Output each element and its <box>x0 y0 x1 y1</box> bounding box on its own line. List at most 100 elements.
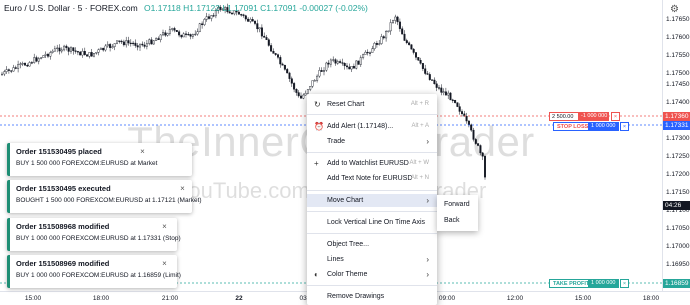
candle <box>426 71 429 75</box>
stop-price-label: 1.17331 <box>663 121 690 130</box>
symbol-title[interactable]: Euro / U.S. Dollar · 5 · FOREX.com <box>4 3 138 13</box>
candle <box>205 12 208 22</box>
time-tick: 15:00 <box>574 295 592 302</box>
candle <box>60 47 63 54</box>
menu-item-remove-drawings[interactable]: Remove Drawings <box>307 290 437 303</box>
menu-item-add-note[interactable]: Add Text Note for EURUSD Alt + N <box>307 172 437 185</box>
notification-body: BUY 1 000 000 FOREXCOM:EURUSD at 1.17331… <box>16 235 181 242</box>
menu-divider <box>307 152 437 153</box>
candle <box>470 123 473 132</box>
menu-item-lock-vertical-line[interactable]: Lock Vertical Line On Time Axis <box>307 216 437 229</box>
candle <box>258 27 261 33</box>
candle <box>63 44 66 52</box>
stop-loss-close-icon[interactable]: × <box>620 122 629 131</box>
candle <box>375 40 378 48</box>
candle <box>187 32 190 36</box>
candle <box>79 50 82 56</box>
candle <box>253 19 256 26</box>
candle <box>33 53 36 64</box>
menu-item-object-tree[interactable]: Object Tree... <box>307 238 437 251</box>
candle <box>86 54 89 57</box>
candle <box>88 52 91 59</box>
candle <box>313 79 316 82</box>
candle <box>334 58 337 66</box>
settings-gear-icon[interactable]: ⚙ <box>670 4 679 15</box>
candle <box>44 51 47 59</box>
close-icon[interactable]: × <box>178 184 187 193</box>
sell-order-close-icon[interactable]: × <box>611 112 620 121</box>
candle <box>389 19 392 35</box>
candle <box>247 17 250 22</box>
candle <box>240 13 243 17</box>
menu-item-lines[interactable]: Lines › <box>307 253 437 266</box>
candle <box>132 41 135 46</box>
take-profit-label[interactable]: TAKE PROFIT <box>549 279 589 288</box>
candle <box>242 13 245 18</box>
candle <box>467 120 470 128</box>
time-tick: 18:00 <box>92 295 110 302</box>
menu-item-reset-chart[interactable]: ↻ Reset Chart Alt + R <box>307 98 437 111</box>
chevron-right-icon: › <box>426 196 429 205</box>
candle <box>19 62 22 69</box>
candle <box>431 79 434 81</box>
price-tick: 1.17500 <box>666 70 690 77</box>
candle <box>380 33 383 45</box>
candle <box>267 38 270 47</box>
menu-item-color-theme[interactable]: ◐ Color Theme › <box>307 268 437 281</box>
candle <box>180 34 183 39</box>
sell-order-pnl[interactable]: -1 000 000 <box>579 112 609 121</box>
candle <box>106 41 109 48</box>
candle <box>198 22 201 33</box>
menu-divider <box>307 285 437 286</box>
candle <box>1 71 4 76</box>
candle <box>440 84 443 96</box>
menu-item-add-alert[interactable]: ⏰ Add Alert (1.17148)... Alt + A <box>307 120 437 133</box>
close-icon[interactable]: × <box>160 222 169 231</box>
candle <box>5 66 8 74</box>
menu-divider <box>307 114 437 115</box>
candle <box>281 62 284 66</box>
time-tick: 15:00 <box>24 295 42 302</box>
submenu-item-back[interactable]: Back <box>444 217 460 224</box>
menu-item-add-watchlist[interactable]: + Add to Watchlist EURUSD Alt + W <box>307 157 437 170</box>
candle <box>95 51 98 55</box>
take-profit-qty[interactable]: 1 000 000 <box>589 279 619 288</box>
candle <box>28 61 31 67</box>
menu-item-trade[interactable]: Trade › <box>307 135 437 148</box>
candle <box>290 76 293 87</box>
candle <box>385 30 388 42</box>
candle <box>12 64 15 72</box>
candle <box>272 48 275 54</box>
notification-title: Order 151530495 placed <box>16 147 102 156</box>
candle <box>65 44 68 51</box>
candle <box>396 15 399 26</box>
candle <box>327 60 330 68</box>
close-icon[interactable]: × <box>160 259 169 268</box>
submenu-item-forward[interactable]: Forward <box>444 201 470 208</box>
close-icon[interactable]: × <box>138 147 147 156</box>
candle <box>350 66 353 73</box>
candle <box>171 27 174 32</box>
candle <box>21 61 24 67</box>
candle <box>444 87 447 96</box>
candle <box>316 74 319 83</box>
stop-loss-label[interactable]: STOP LOSS <box>553 122 589 131</box>
candle <box>352 63 355 69</box>
price-axis[interactable]: 1.17650 1.17600 1.17550 1.17500 1.17450 1.174… <box>662 0 690 291</box>
candle <box>401 26 404 35</box>
candle <box>300 92 303 99</box>
plus-icon: + <box>314 159 319 168</box>
candle <box>408 41 411 46</box>
candle <box>194 30 197 37</box>
candle <box>203 17 206 27</box>
candle <box>30 61 33 65</box>
take-profit-close-icon[interactable]: × <box>620 279 629 288</box>
price-tick: 1.17250 <box>666 153 690 160</box>
menu-item-move-chart[interactable]: Move Chart › <box>307 194 437 207</box>
sell-order-qty[interactable]: 2 500.00 <box>549 112 579 121</box>
stop-loss-qty[interactable]: 1 000 000 <box>589 122 619 131</box>
candle <box>355 60 358 70</box>
chevron-right-icon: › <box>426 270 429 279</box>
candle <box>474 138 477 145</box>
candle <box>362 53 365 60</box>
